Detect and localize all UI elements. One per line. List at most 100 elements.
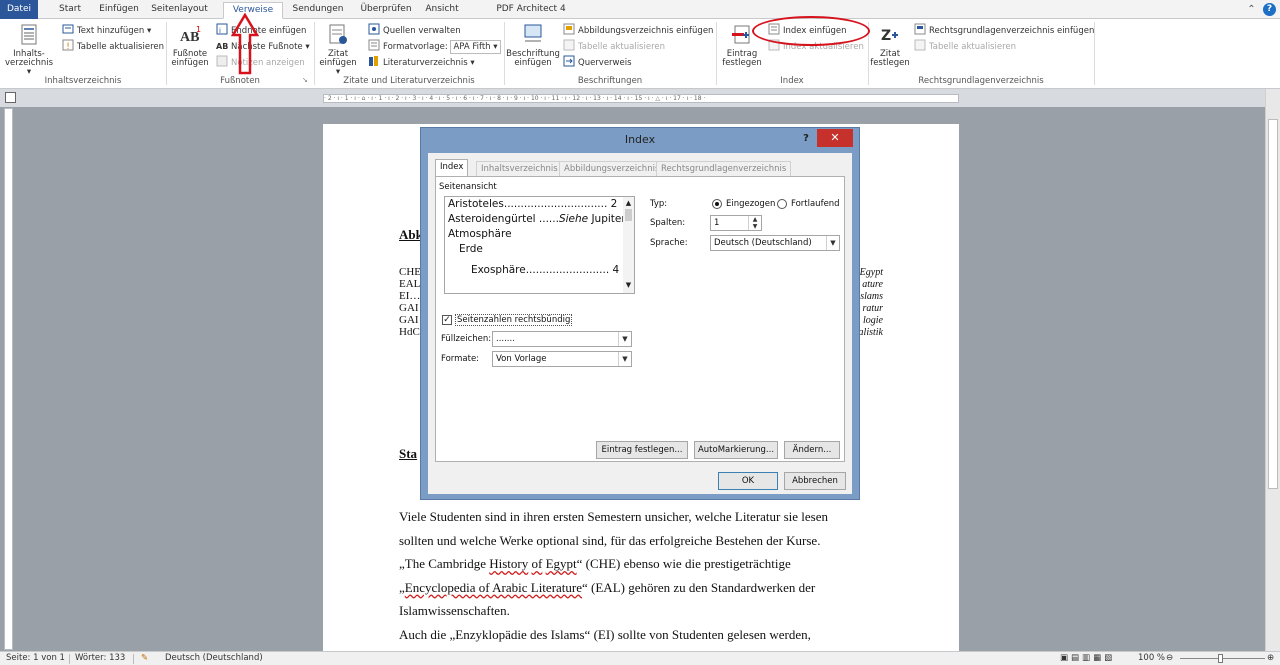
mark-entry-button[interactable]: Eintrag festlegen... xyxy=(596,441,688,459)
ruler-scale[interactable]: · 2 · ı · 1 · ı · ⌂ · ı · 1 · ı · 2 · ı … xyxy=(323,94,959,103)
collapse-ribbon-icon[interactable]: ⌃ xyxy=(1245,3,1258,16)
dialog-tab-index[interactable]: Index xyxy=(435,159,469,177)
tab-insert[interactable]: Einfügen xyxy=(97,2,141,19)
language-dropdown[interactable]: Deutsch (Deutschland) ▼ xyxy=(710,235,840,251)
ok-button[interactable]: OK xyxy=(718,472,778,490)
type-indented-radio[interactable] xyxy=(712,199,722,209)
citation-style-dropdown[interactable]: Formatvorlage: APA Fifth ▾ xyxy=(368,39,501,54)
annotation-circle xyxy=(752,16,870,46)
spelling-error[interactable]: Encyclopedia of Arabic Literature xyxy=(405,580,582,595)
tab-mailings[interactable]: Sendungen xyxy=(289,2,347,19)
style-icon xyxy=(368,39,380,51)
update-toc-button[interactable]: ! Tabelle aktualisieren xyxy=(62,39,164,54)
bibliography-icon xyxy=(369,56,378,66)
manage-sources-icon xyxy=(368,23,380,35)
insert-figures-table-button[interactable]: Abbildungsverzeichnis einfügen xyxy=(563,23,713,38)
language-label: Sprache: xyxy=(650,238,688,248)
update-figures-table-button[interactable]: Tabelle aktualisieren xyxy=(563,39,665,54)
vertical-scrollbar[interactable] xyxy=(1265,89,1280,651)
spelling-error[interactable]: of xyxy=(532,556,543,571)
insert-citation-button[interactable]: Zitat einfügen ▾ xyxy=(317,23,359,77)
cross-reference-icon xyxy=(563,55,575,67)
dialog-tab-figures[interactable]: Abbildungsverzeichnis xyxy=(559,161,665,176)
tab-file[interactable]: Datei xyxy=(0,0,38,19)
spinner-arrows-icon[interactable]: ▲ ▼ xyxy=(748,216,761,230)
tab-leader-dropdown[interactable]: ....... ▼ xyxy=(492,331,632,347)
right-align-label[interactable]: Seitenzahlen rechtsbündig xyxy=(455,314,573,326)
abbreviation-item: EAL xyxy=(399,278,421,290)
dialog-body: Index Inhaltsverzeichnis Abbildungsverze… xyxy=(428,153,852,494)
zoom-slider-thumb[interactable] xyxy=(1218,654,1223,663)
manage-sources-button[interactable]: Quellen verwalten xyxy=(368,23,461,38)
right-align-checkbox[interactable]: ✓ xyxy=(442,315,452,325)
zoom-level[interactable]: 100 % xyxy=(1138,652,1165,665)
zoom-in-icon[interactable]: ⊕ xyxy=(1267,652,1274,665)
svg-text:!: ! xyxy=(66,42,70,51)
cancel-button[interactable]: Abbrechen xyxy=(784,472,846,490)
close-icon[interactable]: ✕ xyxy=(817,129,853,147)
modify-button[interactable]: Ändern... xyxy=(784,441,840,459)
tab-start[interactable]: Start xyxy=(52,2,88,19)
paragraph-line: Auch die „Enzyklopädie des Islams“ (EI) … xyxy=(399,626,811,642)
abbreviation-item: EI… xyxy=(399,290,421,302)
tab-review[interactable]: Überprüfen xyxy=(358,2,414,19)
tab-layout[interactable]: Seitenlayout xyxy=(146,2,213,19)
add-text-icon xyxy=(62,24,74,34)
toc-button[interactable]: Inhalts- verzeichnis ▾ xyxy=(3,23,55,77)
cross-reference-button[interactable]: Querverweis xyxy=(563,55,632,70)
tab-selector-icon[interactable] xyxy=(5,92,16,103)
type-indented-label[interactable]: Eingezogen xyxy=(726,199,775,209)
dialog-tab-authorities[interactable]: Rechtsgrundlagenverzeichnis xyxy=(656,161,792,176)
preview-scrollbar[interactable]: ▲ ▼ xyxy=(623,196,635,294)
help-icon[interactable]: ? xyxy=(799,131,813,147)
scrollbar-thumb[interactable] xyxy=(625,209,632,221)
update-authorities-table-button[interactable]: Tabelle aktualisieren xyxy=(914,39,1016,54)
language-value: Deutsch (Deutschland) xyxy=(714,238,812,248)
spelling-error[interactable]: Egypt xyxy=(546,556,577,571)
citation-style-value[interactable]: APA Fifth ▾ xyxy=(450,40,501,54)
scroll-down-icon[interactable]: ▼ xyxy=(623,279,634,291)
tab-pdf-architect[interactable]: PDF Architect 4 Creator xyxy=(479,2,583,29)
page-count[interactable]: Seite: 1 von 1 xyxy=(6,652,65,665)
scroll-up-icon[interactable]: ▲ xyxy=(623,197,634,209)
paragraph-line: Viele Studenten sind in ihren ersten Sem… xyxy=(399,509,829,524)
group-title-toc: Inhaltsverzeichnis xyxy=(44,76,122,86)
show-notes-button[interactable]: Notizen anzeigen xyxy=(216,55,305,70)
insert-authorities-table-button[interactable]: Rechtsgrundlagenverzeichnis einfügen xyxy=(914,23,1094,38)
automark-button[interactable]: AutoMarkierung... xyxy=(694,441,778,459)
type-runin-label[interactable]: Fortlaufend xyxy=(791,199,840,209)
view-buttons-icon[interactable]: ▣▤▥▦▧ xyxy=(1060,652,1115,665)
group-separator xyxy=(1094,22,1095,85)
tab-view[interactable]: Ansicht xyxy=(420,2,464,19)
scrollbar-thumb[interactable] xyxy=(1268,119,1278,489)
word-count[interactable]: Wörter: 133 xyxy=(75,652,125,665)
toc-icon xyxy=(21,24,37,45)
annotation-arrow-icon xyxy=(231,13,259,75)
ribbon-tab-bar: Datei Start Einfügen Seitenlayout Verwei… xyxy=(0,0,1280,29)
mark-citation-button[interactable]: Z Zitat festlegen xyxy=(870,23,910,68)
insert-endnote-button[interactable]: i Endnote einfügen xyxy=(216,23,306,38)
chevron-down-icon[interactable]: ▼ xyxy=(826,236,839,250)
chevron-down-icon[interactable]: ▼ xyxy=(618,352,631,366)
add-text-button[interactable]: Text hinzufügen ▾ xyxy=(62,23,151,38)
body-paragraph: Viele Studenten sind in ihren ersten Sem… xyxy=(399,505,883,647)
group-title-captions: Beschriftungen xyxy=(577,76,643,86)
columns-spinner[interactable]: 1 ▲ ▼ xyxy=(710,215,762,231)
tab-leader-value: ....... xyxy=(496,334,515,344)
type-runin-radio[interactable] xyxy=(777,199,787,209)
spelling-error[interactable]: History xyxy=(489,556,528,571)
language-indicator[interactable]: Deutsch (Deutschland) xyxy=(165,652,263,665)
help-icon[interactable]: ? xyxy=(1263,3,1276,16)
chevron-down-icon[interactable]: ▼ xyxy=(618,332,631,346)
proofing-icon[interactable]: ✎ xyxy=(141,652,148,665)
zoom-out-icon[interactable]: ⊖ xyxy=(1166,652,1173,665)
next-footnote-icon: AB xyxy=(216,42,228,51)
footnotes-dialog-launcher-icon[interactable]: ↘ xyxy=(302,73,308,88)
bibliography-button[interactable]: Literaturverzeichnis ▾ xyxy=(368,55,475,70)
formats-dropdown[interactable]: Von Vorlage ▼ xyxy=(492,351,632,367)
insert-footnote-button[interactable]: AB 1 Fußnote einfügen xyxy=(170,23,210,68)
dialog-tab-toc[interactable]: Inhaltsverzeichnis xyxy=(476,161,563,176)
svg-text:i: i xyxy=(219,27,221,35)
insert-caption-button[interactable]: Beschriftung einfügen xyxy=(506,23,560,68)
update-table-icon: ! xyxy=(62,39,74,51)
